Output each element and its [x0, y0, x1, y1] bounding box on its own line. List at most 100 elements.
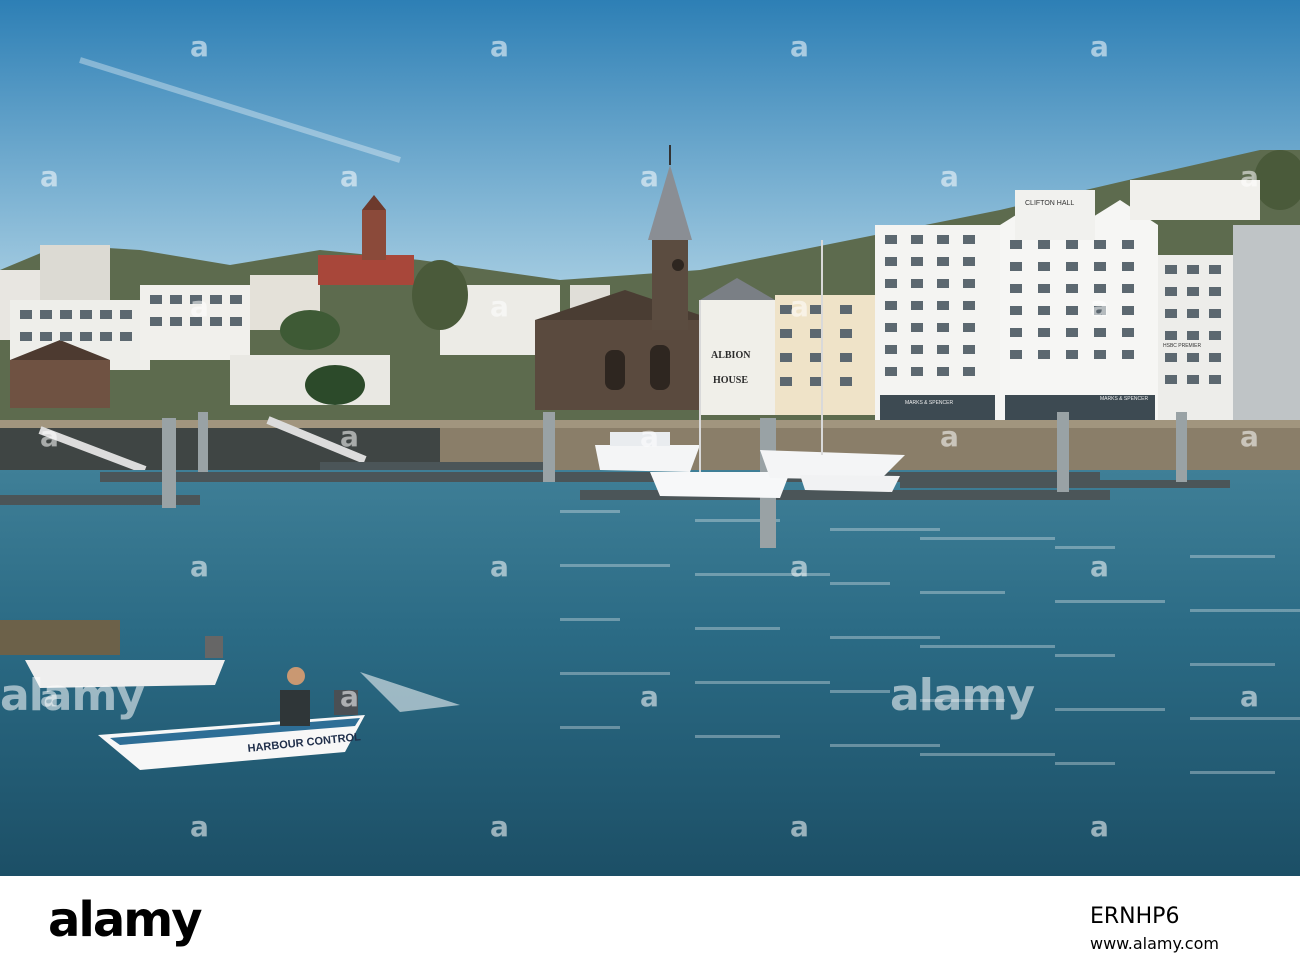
reflection-ripple — [560, 618, 620, 621]
window — [840, 329, 852, 338]
window — [963, 235, 975, 244]
window — [911, 323, 923, 332]
window — [1165, 331, 1177, 340]
window — [1209, 353, 1221, 362]
reflection-ripple — [1055, 708, 1165, 711]
window — [40, 310, 52, 319]
window — [1066, 350, 1078, 359]
window — [937, 235, 949, 244]
watermark-logo-icon: a — [490, 550, 509, 583]
window — [810, 377, 822, 386]
reflection-ripple — [920, 537, 1055, 540]
reflection-ripple — [560, 726, 620, 729]
watermark-logo-icon: a — [790, 810, 809, 843]
watermark-logo-icon: a — [790, 290, 809, 323]
window — [1209, 265, 1221, 274]
window — [1209, 331, 1221, 340]
window — [60, 332, 72, 341]
window — [937, 323, 949, 332]
window — [911, 345, 923, 354]
window — [1010, 240, 1022, 249]
window — [1122, 306, 1134, 315]
reflection-ripple — [1190, 555, 1275, 558]
window — [1187, 287, 1199, 296]
reflection-ripple — [1055, 654, 1115, 657]
window — [1066, 240, 1078, 249]
window — [1122, 328, 1134, 337]
watermark-logo-icon: a — [1240, 160, 1259, 193]
window — [911, 367, 923, 376]
watermark-logo-icon: a — [940, 420, 959, 453]
window — [963, 279, 975, 288]
window — [885, 279, 897, 288]
window — [885, 323, 897, 332]
window — [963, 323, 975, 332]
window — [937, 301, 949, 310]
window — [210, 295, 222, 304]
reflection-ripple — [920, 591, 1005, 594]
window — [1165, 265, 1177, 274]
window — [1010, 262, 1022, 271]
reflection-ripple — [1055, 600, 1165, 603]
window — [1066, 284, 1078, 293]
watermark-logo-icon: a — [1240, 420, 1259, 453]
window — [937, 279, 949, 288]
window — [1010, 350, 1022, 359]
reflection-ripple — [695, 573, 830, 576]
window — [1209, 375, 1221, 384]
watermark-logo-icon: a — [190, 810, 209, 843]
window — [1010, 306, 1022, 315]
marks-spencer-sign-1: MARKS & SPENCER — [905, 400, 953, 406]
window — [230, 317, 242, 326]
reflection-ripple — [560, 510, 620, 513]
harbour-photo: ALBION HOUSE CLIFTON HALL MARKS & SPENCE… — [0, 0, 1300, 876]
watermark-logo-icon: a — [40, 160, 59, 193]
window — [170, 317, 182, 326]
window — [840, 305, 852, 314]
reflection-ripple — [1055, 546, 1115, 549]
window — [810, 353, 822, 362]
window — [780, 329, 792, 338]
reflection-ripple — [920, 753, 1055, 756]
reflection-ripple — [830, 636, 940, 639]
watermark-logo-icon: a — [190, 550, 209, 583]
clifton-hall-sign: CLIFTON HALL — [1025, 200, 1074, 207]
window — [230, 295, 242, 304]
watermark-logo-icon: a — [190, 30, 209, 63]
window — [100, 310, 112, 319]
window — [1165, 375, 1177, 384]
watermark-logo-icon: a — [490, 810, 509, 843]
window — [963, 367, 975, 376]
reflection-ripple — [1190, 717, 1300, 720]
window — [1038, 306, 1050, 315]
reflection-ripple — [1190, 609, 1300, 612]
watermark-logo-icon: a — [790, 30, 809, 63]
window — [937, 367, 949, 376]
window — [210, 317, 222, 326]
window — [780, 377, 792, 386]
watermark-logo-icon: a — [40, 420, 59, 453]
image-id: ERNHP6 — [1090, 904, 1180, 929]
window — [911, 279, 923, 288]
site-url[interactable]: www.alamy.com — [1090, 934, 1219, 953]
window — [1122, 240, 1134, 249]
window — [20, 310, 32, 319]
window — [1038, 284, 1050, 293]
window — [911, 257, 923, 266]
window — [1122, 284, 1134, 293]
watermark-logo-icon: a — [340, 160, 359, 193]
window — [810, 305, 822, 314]
reflection-ripple — [920, 645, 1055, 648]
window — [1094, 350, 1106, 359]
watermark-logo-icon: a — [640, 680, 659, 713]
marks-spencer-sign-2: MARKS & SPENCER — [1100, 396, 1148, 402]
window — [840, 353, 852, 362]
alamy-logo[interactable]: alamy — [48, 892, 203, 948]
window — [885, 235, 897, 244]
window — [911, 301, 923, 310]
window — [80, 332, 92, 341]
window — [1066, 306, 1078, 315]
watermark-logo-icon: a — [490, 30, 509, 63]
window — [1066, 262, 1078, 271]
window — [810, 329, 822, 338]
